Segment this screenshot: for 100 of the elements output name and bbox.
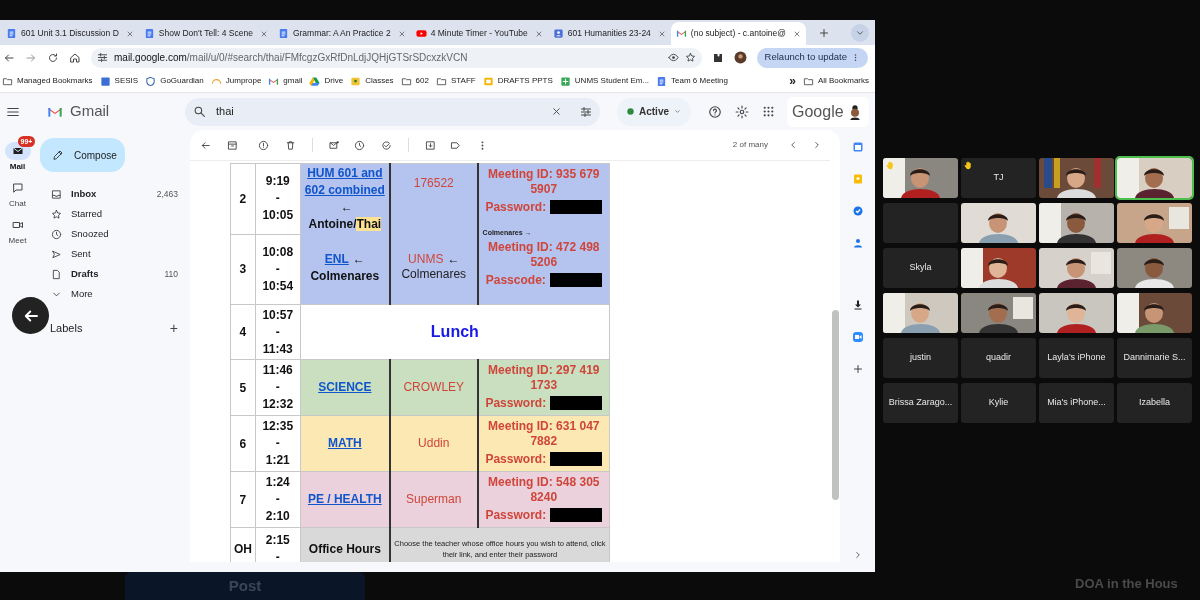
participant-name: quadir [986, 351, 1011, 365]
bookmark[interactable]: DRAFTS PPTS [482, 75, 553, 87]
class-link[interactable]: HUM 601 and 602 combined [302, 165, 387, 199]
next-icon[interactable] [812, 140, 822, 150]
calendar-icon[interactable] [851, 141, 864, 153]
close-icon[interactable] [534, 29, 543, 38]
bookmark[interactable]: UNMS Student Em... [559, 75, 650, 87]
browser-tab[interactable]: (no subject) - c.antoine@ [670, 22, 806, 45]
apps-icon[interactable] [762, 105, 775, 118]
filter-icon[interactable] [580, 105, 592, 118]
status-button[interactable]: Active [617, 97, 691, 126]
avatar-icon[interactable] [733, 51, 747, 64]
account-button[interactable]: Google [787, 96, 869, 127]
nav-item[interactable]: Snoozed [40, 224, 190, 244]
browser-tab[interactable]: 601 Unit 3.1 Discussion D [1, 22, 139, 45]
bookmark[interactable]: GoGuardian [145, 75, 204, 87]
previous-icon[interactable] [788, 140, 798, 150]
teacher-text: CROWLEY [402, 379, 466, 395]
settings-icon[interactable] [735, 104, 749, 119]
nav-item[interactable]: Drafts 110 [40, 264, 190, 284]
participant-name: Izabella [1139, 396, 1170, 410]
bookmark[interactable]: Drive [309, 75, 344, 87]
archive-icon[interactable] [227, 139, 238, 151]
browser-tab[interactable]: 601 Humanities 23-24 [547, 22, 671, 45]
close-icon[interactable] [397, 29, 406, 38]
teacher-name: Colmenares [309, 268, 381, 285]
nav-item[interactable]: Starred [40, 204, 190, 224]
spam-icon[interactable] [258, 139, 269, 151]
back-icon[interactable] [3, 51, 15, 64]
nav-item[interactable]: Inbox 2,463 [40, 184, 190, 204]
clock-icon [51, 228, 62, 240]
play-icon [415, 28, 427, 39]
teacher-text: 176522 [412, 176, 455, 191]
bookmark[interactable]: Jumprope [210, 75, 262, 87]
class-link[interactable]: SCIENCE [318, 379, 372, 396]
close-icon[interactable] [657, 29, 666, 38]
add-task-icon[interactable] [381, 139, 392, 151]
nav-item[interactable]: Sent [40, 244, 190, 264]
bookmark[interactable]: STAFF [435, 75, 476, 87]
bookmark[interactable]: All Bookmarks [802, 75, 869, 87]
bookmark[interactable]: 602 [400, 75, 429, 87]
meeting-id-text: Meeting ID: 472 498 5206 [487, 239, 601, 270]
class-link[interactable]: MATH [327, 435, 362, 452]
period-cell: 3 [230, 234, 256, 305]
item-count: 2,463 [156, 187, 178, 201]
address-field[interactable]: mail.google.com/mail/u/0/#search/thai/FMfcgzGxRfDnLdjJQHjGTSrSDcxzkVCN [91, 47, 702, 68]
scrollbar-thumb[interactable] [832, 310, 839, 500]
teacher-text: Uddin [417, 435, 451, 451]
rail-button[interactable] [4, 142, 31, 160]
board-icon [350, 75, 362, 87]
browser-tab[interactable]: 4 Minute Timer - YouTube [410, 22, 548, 45]
home-icon[interactable] [69, 51, 81, 64]
meeting-id-text: Meeting ID: 548 305 8240 [487, 475, 601, 505]
more-bookmarks-button[interactable]: » [789, 72, 796, 90]
period-cell: 6 [230, 415, 256, 472]
star-icon[interactable] [684, 52, 696, 63]
clock-icon[interactable] [354, 139, 365, 151]
label-icon[interactable] [450, 139, 461, 151]
help-icon[interactable] [708, 104, 722, 119]
browser-tab[interactable]: Grammar: A An Practice 2 [272, 22, 411, 45]
task-icon[interactable] [851, 205, 864, 217]
new-tab-icon[interactable] [817, 27, 830, 39]
bookmark[interactable]: Managed Bookmarks [2, 75, 93, 87]
add-icon[interactable] [851, 363, 864, 375]
trash-icon[interactable] [285, 139, 296, 151]
close-icon[interactable] [125, 29, 134, 38]
participant-name: Dannimarie S... [1123, 351, 1186, 365]
password-label: Passcode: [485, 271, 546, 289]
folder-icon [2, 75, 13, 87]
video-icon[interactable] [851, 331, 864, 343]
move-icon[interactable] [425, 139, 436, 151]
extension-icon[interactable] [711, 51, 724, 64]
class-link[interactable]: PE / HEALTH [307, 491, 382, 508]
close-icon[interactable] [792, 29, 801, 38]
person-icon[interactable] [851, 237, 864, 249]
back-icon[interactable] [200, 139, 211, 151]
close-icon[interactable] [259, 29, 268, 38]
arrow-text: ← [352, 252, 365, 266]
class-link[interactable]: ENL [324, 251, 349, 268]
search-field[interactable]: thai [185, 97, 600, 126]
back-button[interactable] [12, 297, 49, 334]
nav-item[interactable]: More [40, 284, 190, 304]
folder-icon [435, 75, 447, 87]
bookmark[interactable]: Classes [350, 75, 394, 87]
password-label: Password: [485, 395, 547, 412]
compose-button[interactable]: Compose [40, 138, 125, 172]
eye-icon[interactable] [667, 52, 679, 63]
time-cell: 1:24 - 2:10 [255, 471, 301, 528]
browser-tab[interactable]: Show Don't Tell: 4 Scene [138, 22, 273, 45]
relaunch-button[interactable]: Relaunch to update [756, 47, 868, 68]
bookmark[interactable]: gmail [268, 75, 303, 87]
clear-search-icon[interactable] [551, 106, 562, 117]
tab-title: Grammar: A An Practice 2 [292, 27, 391, 40]
folder-icon [802, 75, 814, 87]
bookmark[interactable]: SESIS [99, 75, 139, 87]
add-label-button[interactable]: + [169, 321, 178, 336]
redaction-bar [550, 200, 603, 215]
bookmark[interactable]: Team 6 Meeting [656, 75, 728, 87]
mark-unread-icon[interactable] [329, 139, 340, 151]
reload-icon[interactable] [47, 51, 59, 64]
